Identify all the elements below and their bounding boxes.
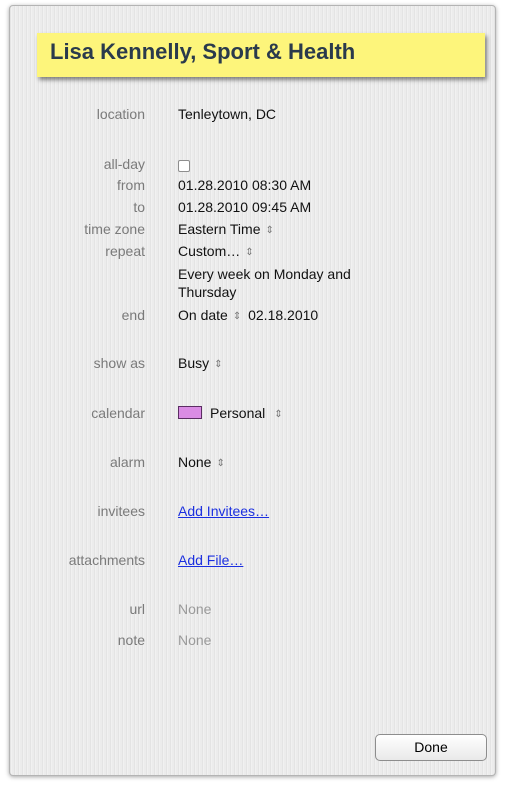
calendar-label: calendar [91,405,145,421]
add-file-link[interactable]: Add File… [178,552,243,568]
repeat-description-line2: Thursday [178,284,237,300]
updown-arrows-icon: ⇕ [274,409,283,420]
time-zone-value: Eastern Time [178,221,261,237]
updown-arrows-icon: ⇕ [232,311,242,322]
end-mode-value: On date [178,307,228,323]
updown-arrows-icon: ⇕ [216,458,225,469]
calendar-value: Personal [210,405,266,421]
note-label: note [117,632,145,648]
updown-arrows-icon: ⇕ [245,247,254,258]
repeat-value: Custom… [178,243,241,259]
end-mode-popup[interactable]: On date ⇕ [178,307,241,323]
all-day-checkbox[interactable] [178,160,190,172]
time-zone-label: time zone [84,221,145,237]
event-info-popover: Lisa Kennelly, Sport & Health location T… [9,5,496,776]
event-title[interactable]: Lisa Kennelly, Sport & Health [50,39,355,65]
alarm-popup[interactable]: None ⇕ [178,454,225,470]
url-label: url [129,601,145,617]
updown-arrows-icon: ⇕ [214,359,223,370]
location-value[interactable]: Tenleytown, DC [178,106,276,122]
attachments-label: attachments [68,552,145,568]
updown-arrows-icon: ⇕ [265,225,274,236]
to-datetime[interactable]: 01.28.2010 09:45 AM [178,199,311,215]
calendar-popup[interactable]: Personal ⇕ [178,405,283,421]
time-zone-popup[interactable]: Eastern Time ⇕ [178,221,274,237]
from-datetime[interactable]: 01.28.2010 08:30 AM [178,177,311,193]
show-as-value: Busy [178,355,210,371]
invitees-label: invitees [97,503,145,519]
show-as-label: show as [93,355,145,371]
repeat-description-line1: Every week on Monday and [178,266,351,282]
add-invitees-link[interactable]: Add Invitees… [178,503,269,519]
location-label: location [96,106,145,122]
url-value[interactable]: None [178,601,211,617]
repeat-label: repeat [105,243,145,259]
event-title-banner[interactable]: Lisa Kennelly, Sport & Health [37,33,485,77]
done-button[interactable]: Done [375,734,487,761]
end-date-field[interactable]: 02.18.2010 [248,307,318,323]
attachments-value: Add File… [178,552,243,568]
repeat-popup[interactable]: Custom… ⇕ [178,243,254,259]
end-row: On date ⇕ 02.18.2010 [178,307,318,323]
invitees-value: Add Invitees… [178,503,269,519]
end-label: end [121,307,145,323]
show-as-popup[interactable]: Busy ⇕ [178,355,223,371]
all-day-label: all-day [103,156,145,172]
from-label: from [117,177,145,193]
alarm-label: alarm [109,454,145,470]
alarm-value: None [178,454,212,470]
calendar-color-swatch [178,406,202,419]
note-value[interactable]: None [178,632,211,648]
to-label: to [133,199,145,215]
